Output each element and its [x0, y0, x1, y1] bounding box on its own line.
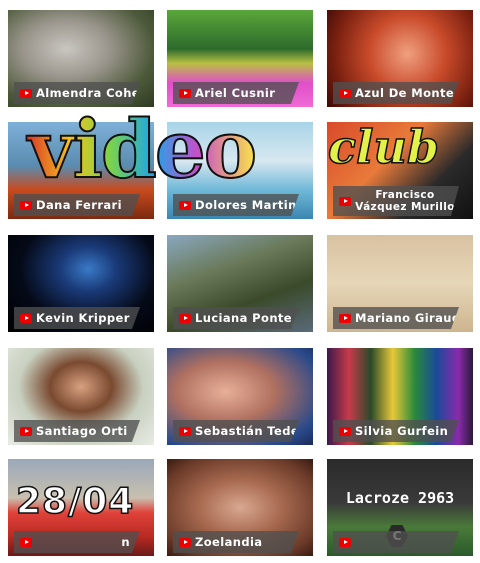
artist-name: Francisco Vázquez Murillo — [355, 189, 455, 213]
video-tile[interactable]: 28/04 n — [8, 459, 154, 556]
play-icon — [179, 201, 191, 210]
artist-name: Santiago Orti — [36, 424, 128, 438]
play-icon — [20, 201, 32, 210]
tile-caption: Azul De Monte — [333, 82, 459, 104]
video-tile[interactable]: Silvia Gurfein — [327, 348, 473, 445]
tile-caption: Dolores Martin — [173, 194, 299, 216]
artist-name: Silvia Gurfein — [355, 424, 449, 438]
artist-name: Dana Ferrari — [36, 198, 122, 212]
artist-name: Zoelandia — [195, 535, 263, 549]
tile-caption: Santiago Orti — [14, 420, 140, 442]
artist-name: Luciana Ponte — [195, 311, 292, 325]
play-icon — [339, 89, 351, 98]
play-icon — [339, 538, 351, 547]
play-icon — [339, 197, 351, 206]
artist-name: n — [121, 535, 130, 549]
tile-caption: Sebastián Tedesco — [173, 420, 299, 442]
tile-caption: Zoelandia — [173, 531, 299, 553]
video-tile[interactable]: Zoelandia — [167, 459, 313, 556]
video-tile[interactable]: Kevin Kripper — [8, 235, 154, 332]
video-tile[interactable]: Santiago Orti — [8, 348, 154, 445]
video-tile[interactable]: Sebastián Tedesco — [167, 348, 313, 445]
play-icon — [179, 427, 191, 436]
artist-name: Mariano Giraud — [355, 311, 461, 325]
play-icon — [20, 89, 32, 98]
video-tile[interactable]: Dana Ferrari — [8, 122, 154, 219]
video-tile[interactable]: Francisco Vázquez Murillo — [327, 122, 473, 219]
play-icon — [179, 89, 191, 98]
tile-caption: Almendra Cohen — [14, 82, 140, 104]
artist-name: Azul De Monte — [355, 86, 455, 100]
play-icon — [179, 314, 191, 323]
tile-caption — [333, 531, 459, 553]
address-overlay: Lacroze 2963 — [345, 489, 455, 507]
video-tile[interactable]: Azul De Monte — [327, 10, 473, 107]
tile-caption: n — [14, 531, 140, 553]
play-icon — [339, 427, 351, 436]
artist-name: Dolores Martin — [195, 198, 297, 212]
play-icon — [20, 427, 32, 436]
video-grid: Almendra Cohen Ariel Cusnir Azul De Mont… — [0, 0, 480, 563]
tile-caption: Luciana Ponte — [173, 307, 299, 329]
play-icon — [179, 538, 191, 547]
artist-name: Kevin Kripper — [36, 311, 130, 325]
tile-caption: Dana Ferrari — [14, 194, 140, 216]
artist-name: Almendra Cohen — [36, 86, 149, 100]
tile-caption: Francisco Vázquez Murillo — [333, 186, 459, 216]
tile-caption: Silvia Gurfein — [333, 420, 459, 442]
tile-caption: Kevin Kripper — [14, 307, 140, 329]
play-icon — [339, 314, 351, 323]
tile-caption: Mariano Giraud — [333, 307, 459, 329]
video-tile[interactable]: Luciana Ponte — [167, 235, 313, 332]
date-overlay: 28/04 — [15, 480, 135, 523]
video-tile[interactable]: Almendra Cohen — [8, 10, 154, 107]
video-tile[interactable]: Ariel Cusnir — [167, 10, 313, 107]
artist-name: Ariel Cusnir — [195, 86, 276, 100]
play-icon — [20, 538, 32, 547]
play-icon — [20, 314, 32, 323]
tile-caption: Ariel Cusnir — [173, 82, 299, 104]
video-tile[interactable]: Dolores Martin — [167, 122, 313, 219]
video-tile[interactable]: Mariano Giraud — [327, 235, 473, 332]
video-tile[interactable]: Lacroze 2963 C — [327, 459, 473, 556]
